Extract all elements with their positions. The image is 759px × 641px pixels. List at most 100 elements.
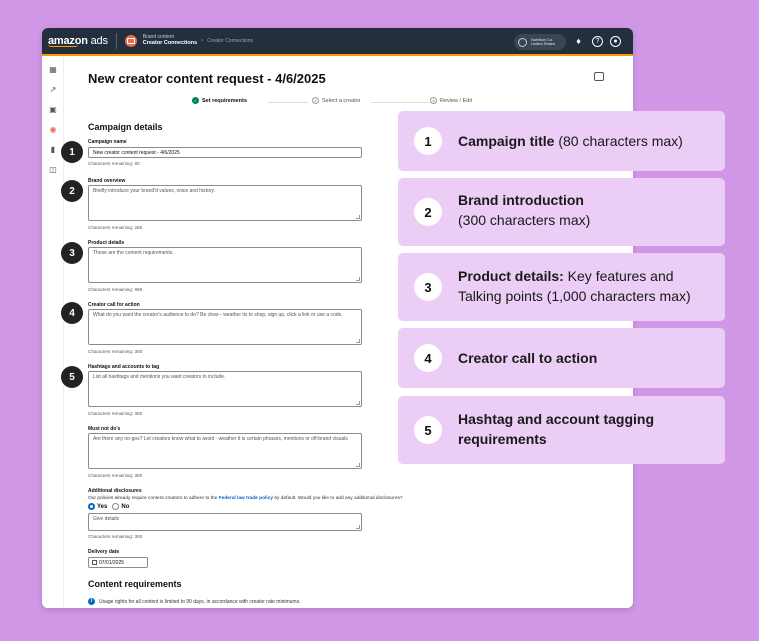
step-set-requirements[interactable]: ✓ Set requirements [192, 97, 247, 104]
call-for-action-textarea[interactable]: What do you want the creator's audience … [88, 309, 362, 345]
radio-yes[interactable] [88, 503, 95, 510]
disclosures-label: Additional disclosures [88, 488, 142, 494]
callout-number: 1 [414, 127, 442, 155]
product-details-remaining: Characters remaining: 966 [88, 287, 143, 292]
must-not-textarea[interactable]: Are there any no-gos? Let creators know … [88, 433, 362, 469]
callout-text: Hashtag and account tagging requirements [458, 409, 713, 450]
product-details-placeholder: These are the content requirements. [93, 250, 174, 256]
campaign-details-heading: Campaign details [88, 122, 163, 132]
callout-bold: Campaign title [458, 133, 555, 149]
brand-overview-textarea[interactable]: Briefly introduce your brand'd values, v… [88, 185, 362, 221]
callout-rest: (300 characters max) [458, 212, 591, 229]
step-badge-3: 3 [61, 242, 83, 264]
delivery-date-input[interactable]: 07/01/2025 [88, 557, 148, 568]
step-badge-4: 4 [61, 302, 83, 324]
campaign-name-input[interactable]: New creator content request - 4/6/2025 [88, 147, 362, 158]
callout-text: Brand introduction (300 characters max) [458, 190, 713, 231]
step-label: Set requirements [202, 97, 247, 104]
callout-number: 4 [414, 344, 442, 372]
campaign-name-remaining: Characters remaining: 80 [88, 161, 140, 166]
trend-icon[interactable]: ↗ [48, 85, 58, 95]
brand-content-nav-icon[interactable]: ◉ [48, 125, 58, 135]
resize-handle-icon[interactable] [356, 463, 360, 467]
callout-4: 4 Creator call to action [398, 328, 725, 388]
step-badge-5: 5 [61, 366, 83, 388]
step-review-edit[interactable]: 3 Review / Edit [430, 97, 472, 104]
step-connector [371, 102, 429, 103]
logo-brand: amazon [48, 35, 88, 47]
feedback-icon[interactable] [594, 72, 604, 81]
must-not-label: Must not do's [88, 426, 121, 432]
help-icon[interactable]: ? [592, 36, 603, 47]
step-select-creator[interactable]: 2 Select a creator [312, 97, 361, 104]
topbar-divider [115, 33, 117, 49]
breadcrumb-current: Creator Connections [207, 38, 254, 44]
resize-handle-icon[interactable] [356, 277, 360, 281]
amazon-ads-logo[interactable]: amazon ads [48, 35, 108, 47]
call-for-action-remaining: Characters remaining: 300 [88, 349, 143, 354]
radio-yes-label: Yes [97, 503, 108, 510]
bell-icon[interactable]: ♦ [573, 36, 584, 47]
resize-handle-icon[interactable] [356, 215, 360, 219]
breadcrumb-section-label: Creator Connections [142, 39, 198, 46]
callout-number: 2 [414, 198, 442, 226]
globe-icon [518, 37, 527, 47]
campaign-icon[interactable]: ▣ [48, 105, 58, 115]
callout-text: Product details: Key features and Talkin… [458, 266, 713, 307]
step-number: 2 [312, 97, 319, 104]
breadcrumb-parent[interactable]: Brand content Creator Connections [143, 35, 197, 46]
page-title: New creator content request - 4/6/2025 [88, 71, 326, 86]
reports-icon[interactable]: ▮ [48, 145, 58, 155]
must-not-remaining: Characters remaining: 300 [88, 473, 143, 478]
brand-content-icon [124, 35, 137, 47]
disclosure-radio-group: Yes No [88, 503, 129, 510]
disclosures-description: Our policies already require content cre… [88, 496, 403, 501]
user-icon[interactable]: ● [610, 36, 621, 47]
delivery-date-label: Delivery date [88, 549, 120, 555]
campaign-name-label: Campaign name [88, 139, 127, 145]
hashtags-remaining: Characters remaining: 300 [88, 411, 143, 416]
step-number: 3 [430, 97, 437, 104]
brand-overview-remaining: Characters remaining: 265 [88, 225, 143, 230]
callout-number: 5 [414, 416, 442, 444]
account-switcher[interactable]: Nutrition Co. United States [514, 34, 566, 50]
delivery-date-value: 07/01/2025 [99, 559, 125, 566]
usage-rights-text: Usage rights for all content is limited … [99, 598, 301, 605]
step-check-icon: ✓ [192, 97, 199, 104]
step-badge-2: 2 [61, 180, 83, 202]
callout-bold: Product details: [458, 268, 564, 284]
hashtags-label: Hashtags and accounts to tag [88, 364, 160, 370]
info-icon: i [88, 598, 95, 605]
step-badge-1: 1 [61, 141, 83, 163]
usage-rights-note: i Usage rights for all content is limite… [88, 598, 300, 605]
disclosure-text-after: by default. Would you like to add any ad… [273, 496, 403, 501]
disclosure-details-placeholder: Give details [93, 516, 120, 522]
radio-no[interactable] [112, 503, 120, 510]
resize-handle-icon[interactable] [356, 401, 360, 405]
callout-2: 2 Brand introduction (300 characters max) [398, 178, 725, 246]
step-connector [268, 102, 308, 103]
trade-policy-link[interactable]: Federal law trade policy [219, 496, 273, 501]
grid-icon[interactable]: ▦ [48, 65, 58, 75]
resize-handle-icon[interactable] [356, 339, 360, 343]
hashtags-textarea[interactable]: List all hashtags and mentions you want … [88, 371, 362, 407]
call-for-action-label: Creator call for action [88, 302, 140, 308]
disclosure-text-before: Our policies already require content cre… [88, 496, 219, 501]
callout-bold: Brand introduction [458, 192, 584, 208]
callout-text: Campaign title (80 characters max) [458, 131, 713, 151]
product-details-textarea[interactable]: These are the content requirements. [88, 247, 362, 283]
disclosure-remaining: Characters remaining: 300 [88, 534, 143, 539]
account-region: United States [531, 41, 556, 46]
callout-rest: (80 characters max) [554, 133, 683, 149]
resize-handle-icon[interactable] [356, 525, 360, 529]
media-icon[interactable]: ◫ [48, 165, 58, 175]
progress-stepper: ✓ Set requirements 2 Select a creator 3 … [88, 97, 648, 109]
brand-overview-placeholder: Briefly introduce your brand'd values, v… [93, 188, 216, 194]
brand-overview-label: Brand overview [88, 178, 126, 184]
callout-text: Creator call to action [458, 348, 713, 368]
calendar-icon [92, 560, 97, 565]
content-requirements-heading: Content requirements [88, 579, 182, 589]
chevron-right-icon: › [201, 38, 204, 44]
callout-bold: Creator call to action [458, 350, 598, 366]
disclosure-details-textarea[interactable]: Give details [88, 513, 362, 531]
